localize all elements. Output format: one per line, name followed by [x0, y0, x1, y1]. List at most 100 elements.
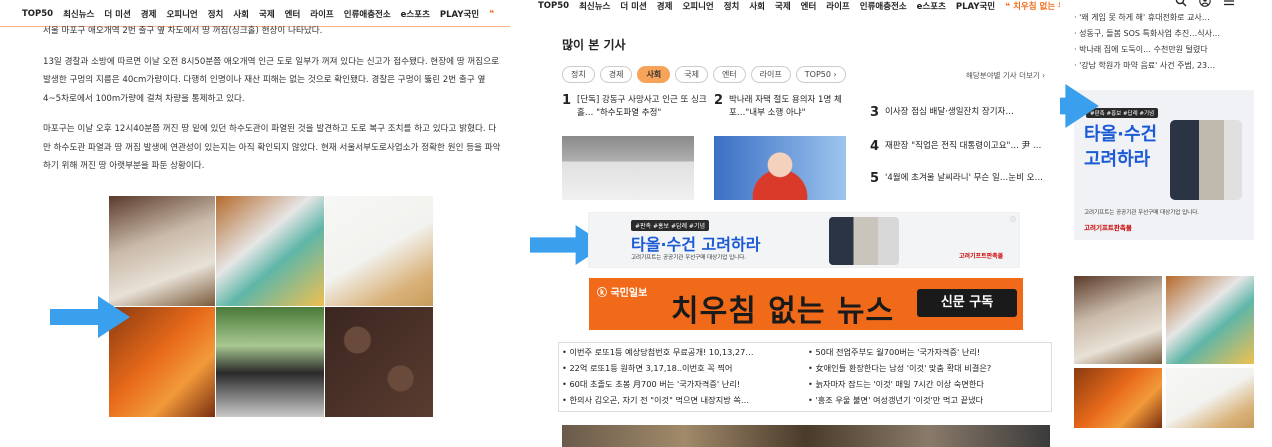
- filter-chip[interactable]: TOP50 ›: [795, 66, 846, 83]
- sponsored-link[interactable]: 女애인들 환장한다는 남성 '이것' 맞춤 확대 비결은?: [808, 361, 1048, 375]
- popular-title: 많이 본 기사: [562, 38, 626, 52]
- more-articles-link[interactable]: 해당분야별 기사 더보기 ›: [966, 70, 1045, 81]
- ranked-article[interactable]: 3 이사장 점심 배달·생일잔치 장기자…: [870, 106, 1050, 119]
- ad-tags: #판촉 #홍보 #답례 #기념: [631, 220, 709, 231]
- article-paragraph: 마포구는 이날 오후 12시40분쯤 꺼진 땅 밑에 있던 하수도관이 파열된 …: [43, 124, 501, 171]
- towel-ad-banner[interactable]: #판촉 #홍보 #답례 #기념 타올·수건 고려하라 고려기프트는 공공기관 우…: [588, 212, 1020, 268]
- sponsored-link[interactable]: 이번주 로또1등 예상당첨번호 무료공개! 10,13,27…: [562, 345, 802, 359]
- menu-icon[interactable]: [1223, 0, 1235, 10]
- sponsored-link[interactable]: '흥조 우울 불면' 여성갱년기 '이것'만 먹고 끝냈다: [808, 393, 1048, 407]
- nav-item[interactable]: 오피니언: [682, 0, 713, 12]
- nav-item[interactable]: TOP50: [22, 9, 53, 19]
- arrow-right-icon: [1060, 84, 1102, 128]
- rank-title: '4월에 초겨울 날씨라니' 무슨 일…눈비 오…: [885, 173, 1043, 183]
- product-photo: [1074, 276, 1162, 364]
- article-photo-grid: [109, 196, 433, 418]
- product-photo: [1166, 276, 1254, 364]
- sponsored-link[interactable]: 60대 초졸도 초봉 月700 버는 '국가자격증' 난리!: [562, 377, 802, 391]
- user-icon[interactable]: [1199, 0, 1211, 10]
- nav-item[interactable]: 라이프: [310, 8, 333, 20]
- nav-item[interactable]: e스포츠: [917, 0, 946, 12]
- sidebar-article-link[interactable]: 성동구, 돌봄 SOS 특화사업 추진…식사…: [1074, 26, 1264, 42]
- arrow-right-icon: [50, 296, 130, 338]
- filter-chip[interactable]: 엔터: [712, 66, 746, 83]
- sidebar-article-link[interactable]: '왜 게임 못 하게 해' 휴대전화로 교사…: [1074, 10, 1264, 26]
- product-photo: [1166, 368, 1254, 428]
- ad-headline-line: 고려하라: [1084, 149, 1151, 170]
- sponsored-link[interactable]: 늙자마자 잠드는 '이것' 매일 7시간 이상 숙면한다: [808, 377, 1048, 391]
- nav-item[interactable]: 인류애충전소: [344, 8, 391, 20]
- ranked-article[interactable]: 5 '4월에 초겨울 날씨라니' 무슨 일…눈비 오…: [870, 172, 1050, 185]
- nav-item[interactable]: 정치: [208, 8, 224, 20]
- nav-item[interactable]: e스포츠: [401, 8, 430, 20]
- kukmin-subscribe-banner[interactable]: ⓚ 국민일보 치우침 없는 뉴스 신문 구독: [589, 278, 1023, 330]
- ranked-article[interactable]: 4 재판장 "직업은 전직 대통령이고요"… 尹 …: [870, 140, 1050, 153]
- product-photo: [325, 196, 433, 306]
- bottom-photo-strip: [562, 425, 1050, 447]
- filter-chip[interactable]: 국제: [675, 66, 708, 83]
- filter-chip[interactable]: 사회: [637, 66, 671, 83]
- rank-title: [단독] 강동구 사망사고 인근 또 싱크홀… "하수도파열 추정": [577, 95, 707, 118]
- ad-headline: 타올·수건 고려하라: [631, 235, 761, 254]
- nav-item[interactable]: 최신뉴스: [579, 0, 610, 12]
- rank-title: 박나래 자택 절도 용의자 1명 체포…"내부 소행 아냐": [729, 95, 842, 118]
- sponsored-link[interactable]: 50대 전업주부도 월700버는 '국가자격증' 난리!: [808, 345, 1048, 359]
- ranked-article[interactable]: 1 [단독] 강동구 사망사고 인근 또 싱크홀… "하수도파열 추정": [562, 94, 722, 120]
- filter-chip[interactable]: 라이프: [750, 66, 791, 83]
- nav-item[interactable]: 정치: [724, 0, 740, 12]
- sponsored-link[interactable]: 22억 로또1등 원하면 3,17,18..이번호 꼭 찍어: [562, 361, 802, 375]
- nav-item[interactable]: 엔터: [801, 0, 817, 12]
- product-photo: [216, 196, 324, 306]
- sidebar-article-link[interactable]: 박나래 집에 도둑이… 수천만원 털렸다: [1074, 42, 1264, 58]
- rank-title: 이사장 점심 배달·생일잔치 장기자…: [885, 107, 1014, 117]
- nav-item[interactable]: PLAY국민: [440, 8, 479, 20]
- nav-item[interactable]: 국제: [775, 0, 791, 12]
- product-photo: [109, 196, 215, 306]
- ad-headline: 타올·수건 고려하라: [1084, 122, 1157, 172]
- article-screenshot-left: TOP50 최신뉴스 더 미션 경제 오피니언 정치 사회 국제 엔터 라이프 인류애충전소 e스포츠…: [0, 0, 510, 447]
- nav-item[interactable]: 오피니언: [166, 8, 197, 20]
- product-photo: [1074, 368, 1162, 428]
- towel-image: [829, 217, 899, 265]
- header-icons: [1175, 0, 1235, 10]
- nav-item[interactable]: 경제: [657, 0, 673, 12]
- nav-item[interactable]: PLAY국민: [956, 0, 995, 12]
- nav-item[interactable]: TOP50: [538, 1, 569, 11]
- slogan: ❝: [489, 9, 495, 19]
- nav-item[interactable]: 경제: [141, 8, 157, 20]
- kukmin-logo: ⓚ 국민일보: [597, 288, 648, 299]
- banner-headline: 치우침 없는 뉴스: [671, 294, 895, 329]
- article-thumbnail[interactable]: [714, 136, 846, 200]
- sponsored-link[interactable]: 한의사 김오곤, 자기 전 "이것" 먹으면 내장지방 쏙…: [562, 393, 802, 407]
- product-photo: [216, 307, 324, 417]
- article-thumbnail[interactable]: [562, 136, 694, 200]
- nav-item[interactable]: 더 미션: [104, 8, 130, 20]
- towel-image: [1170, 120, 1242, 200]
- nav-item[interactable]: 국제: [259, 8, 275, 20]
- ad-brand: 고려기프트판촉몰: [1084, 224, 1132, 232]
- ad-subtext: 고려기프트는 공공기관 우선구매 대상기업 입니다.: [1084, 210, 1200, 216]
- search-icon[interactable]: [1175, 0, 1187, 10]
- ad-info-icon[interactable]: ⓘ: [1010, 215, 1016, 224]
- ranked-article[interactable]: 2 박나래 자택 절도 용의자 1명 체포…"내부 소행 아냐": [714, 94, 874, 120]
- rank-number: 4: [870, 139, 880, 154]
- subscribe-button[interactable]: 신문 구독: [917, 289, 1017, 317]
- sponsored-news-list: 이번주 로또1등 예상당첨번호 무료공개! 10,13,27… 50대 전업주부도…: [562, 345, 1050, 407]
- nav-item[interactable]: 사회: [233, 8, 249, 20]
- filter-chip[interactable]: 경제: [599, 66, 633, 83]
- nav-item[interactable]: 사회: [749, 0, 765, 12]
- nav-item[interactable]: 최신뉴스: [63, 8, 94, 20]
- rank-title: 재판장 "직업은 전직 대통령이고요"… 尹 …: [885, 141, 1042, 151]
- sidebar-article-link[interactable]: '강남 학원가 마약 음료' 사건 주범, 23…: [1074, 58, 1264, 74]
- rank-number: 3: [870, 105, 880, 120]
- popular-section-screenshot: TOP50 최신뉴스 더 미션 경제 오피니언 정치 사회 국제 엔터 라이프 인류애충전소 e스포츠…: [530, 0, 1060, 447]
- nav-item[interactable]: 엔터: [285, 8, 301, 20]
- top-nav: TOP50 최신뉴스 더 미션 경제 오피니언 정치 사회 국제 엔터 라이프 인류애충전소 e스포츠…: [530, 0, 1060, 20]
- filter-chip[interactable]: 정치: [562, 66, 595, 83]
- article-paragraph: 서울 마포구 애오개역 2번 출구 옆 차도에서 땅 꺼짐(싱크홀) 현상이 나…: [43, 26, 323, 36]
- nav-item[interactable]: 더 미션: [620, 0, 646, 12]
- sidebar-photo-grid: [1074, 276, 1254, 447]
- nav-item[interactable]: 라이프: [826, 0, 849, 12]
- nav-item[interactable]: 인류애충전소: [860, 0, 907, 12]
- article-body: 서울 마포구 애오개역 2번 출구 옆 차도에서 땅 꺼짐(싱크홀) 현상이 나…: [43, 22, 501, 188]
